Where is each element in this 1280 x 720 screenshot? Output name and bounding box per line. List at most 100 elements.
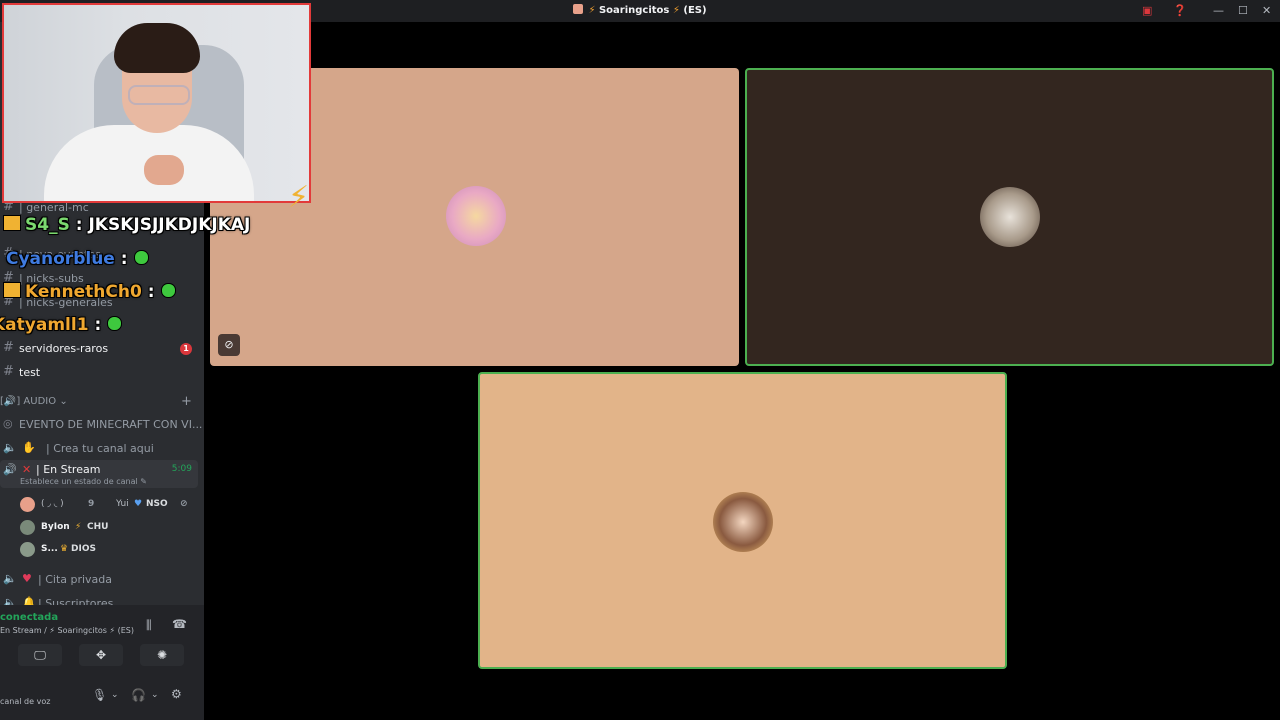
webcam-hair — [114, 23, 200, 73]
voice-member[interactable]: ( ◞ ◟ ) 9 Yui ♥ NSO ⊘ — [20, 495, 200, 515]
member-name: ( ◞ ◟ ) — [41, 499, 64, 509]
bolt-decoration-icon: ⚡ — [288, 180, 310, 215]
channel-label: | En Stream — [36, 463, 101, 476]
member-name: ByIon — [41, 522, 70, 532]
bolt-icon: ⚡ — [588, 5, 596, 16]
headphones-icon[interactable]: 🎧 — [131, 688, 146, 702]
heart-icon: ♥ — [22, 572, 32, 585]
chat-message: : — [147, 282, 155, 302]
member-tag: DIOS — [71, 544, 96, 554]
speaker-icon: 🔈 — [3, 596, 17, 605]
unread-badge: 1 — [180, 343, 192, 355]
participant-avatar — [446, 186, 506, 246]
avatar — [20, 520, 35, 535]
voice-channel-crea[interactable]: 🔈 ✋ | Crea tu canal aqui — [0, 438, 198, 460]
hash-icon: # — [3, 364, 14, 379]
maximize-icon[interactable]: ☐ — [1238, 4, 1248, 17]
channel-test[interactable]: # test — [0, 362, 204, 384]
voice-status: conectada — [0, 612, 59, 623]
chevron-down-icon: ⌄ — [59, 396, 68, 407]
crown-icon: ♛ — [60, 544, 69, 554]
microphone-icon[interactable]: 🎙 — [92, 688, 107, 702]
disconnect-icon[interactable]: ☎ — [172, 617, 187, 631]
webcam-overlay — [2, 3, 311, 203]
channel-label: test — [19, 366, 41, 379]
soundboard-icon[interactable]: ⫼ — [146, 618, 152, 633]
stage-icon: ◎ — [3, 417, 13, 430]
member-name: S... — [41, 544, 58, 554]
help-icon[interactable]: ❓ — [1173, 4, 1187, 17]
chat-line: Katyamll1 : — [0, 315, 123, 335]
participant-tile-speaking[interactable] — [745, 68, 1274, 366]
emote-icon — [160, 283, 176, 298]
chat-message: : JKSKJSJJKDJKJKAJ — [75, 215, 251, 235]
screen-share-button[interactable]: 🖵 — [18, 644, 62, 666]
chat-user: Cyanorblue — [6, 249, 115, 269]
member-tag: CHU — [87, 522, 109, 532]
activities-button[interactable]: ✥ — [79, 644, 123, 666]
voice-location[interactable]: En Stream / ⚡ Soaringcitos ⚡ (ES) — [0, 626, 134, 635]
channel-servidores-raros[interactable]: # servidores-raros 1 — [0, 338, 204, 360]
participant-tile-speaking[interactable] — [478, 372, 1007, 669]
muted-mic-icon[interactable]: ⊘ — [218, 334, 240, 356]
voice-category[interactable]: [🔊] AUDIO ⌄ — [0, 396, 68, 407]
hash-icon: # — [3, 340, 14, 355]
voice-member[interactable]: S... ♛ DIOS — [20, 540, 200, 560]
participant-avatar — [713, 492, 773, 552]
server-icon — [573, 4, 584, 14]
hand-icon: ✋ — [22, 441, 36, 454]
channel-label: servidores-raros — [19, 342, 109, 355]
crown-icon — [3, 215, 21, 231]
channel-label: EVENTO DE MINECRAFT CON VI... — [19, 418, 203, 431]
channel-label: | Suscriptores — [38, 597, 114, 605]
webcam-hands — [144, 155, 184, 185]
voice-channel-en-stream[interactable]: 🔊 ✕ | En Stream 5:09 Establece un estado… — [0, 460, 198, 488]
member-tag-name: Yui — [116, 499, 129, 509]
close-icon[interactable]: ✕ — [1262, 4, 1271, 17]
avatar — [20, 497, 35, 512]
chevron-down-icon[interactable]: ⌄ — [151, 690, 159, 700]
speaker-icon: 🔈 — [3, 572, 17, 585]
emote-icon — [107, 316, 123, 331]
chat-user: S4_S — [25, 215, 70, 235]
speaker-icon: 🔈 — [3, 441, 17, 454]
channel-label: | Cita privada — [38, 573, 113, 586]
add-channel-icon[interactable]: + — [181, 394, 192, 409]
gear-icon[interactable]: ⚙ — [171, 687, 182, 701]
emote-icon — [133, 250, 149, 265]
minimize-icon[interactable]: — — [1213, 4, 1224, 17]
webcam-glasses — [128, 85, 190, 105]
speaker-icon: 🔊 — [3, 463, 17, 476]
soundboard-button[interactable]: ✺ — [140, 644, 184, 666]
bolt-icon: ⚡ — [75, 522, 82, 532]
bolt-icon: ⚡ — [672, 5, 680, 16]
chat-user: KennethCh0 — [25, 282, 142, 302]
window-title-region: (ES) — [683, 5, 707, 16]
chat-line: S4_S : JKSKJSJJKDJKJKAJ — [3, 215, 250, 235]
channel-status[interactable]: Establece un estado de canal ✎ — [20, 477, 147, 486]
chevron-down-icon[interactable]: ⌄ — [111, 690, 119, 700]
category-label: [🔊] AUDIO — [0, 396, 57, 407]
stream-timer: 5:09 — [171, 464, 192, 474]
chat-user: Katyamll1 — [0, 315, 89, 335]
voice-channel-cita[interactable]: 🔈 ♥ | Cita privada — [0, 569, 198, 591]
voice-member[interactable]: ByIon ⚡ CHU — [20, 518, 200, 538]
sparkle-icon: ✺ — [156, 648, 168, 662]
voice-channel-evento[interactable]: ◎ EVENTO DE MINECRAFT CON VI... — [0, 414, 202, 436]
chat-message: : — [120, 249, 128, 269]
muted-icon: ⊘ — [180, 499, 188, 509]
crown-icon — [3, 282, 21, 298]
chat-message: : — [94, 315, 102, 335]
panel-footer: canal de voz — [0, 697, 51, 706]
screen-share-icon: 🖵 — [34, 648, 46, 662]
bell-icon: 🔔 — [22, 596, 36, 605]
voice-channel-suscriptores[interactable]: 🔈 🔔 | Suscriptores — [0, 593, 198, 605]
channel-status-text: Establece un estado de canal — [20, 477, 138, 486]
inbox-icon[interactable]: ▣ — [1142, 4, 1152, 17]
activities-icon: ✥ — [95, 648, 107, 662]
channel-label: | Crea tu canal aqui — [46, 442, 154, 455]
member-tag: NSO — [146, 499, 168, 509]
heart-icon: ♥ — [134, 499, 143, 509]
participant-avatar — [980, 187, 1040, 247]
cross-icon: ✕ — [22, 463, 32, 476]
